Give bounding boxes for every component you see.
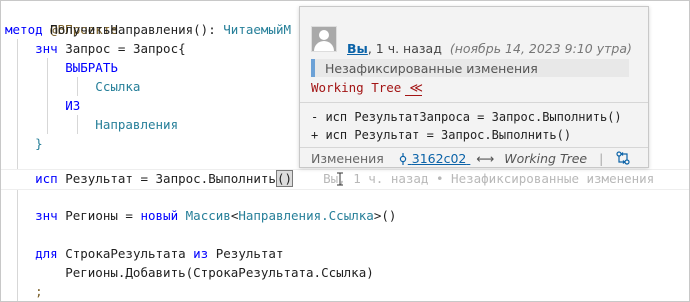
keyword-token: знч [35, 41, 58, 56]
editor-frame: @ВПроекте метод ПолучитьНаправления(): Ч… [0, 0, 690, 302]
keyword-token: из [193, 246, 209, 261]
code-text: >() [373, 208, 397, 223]
brace-token: } [5, 136, 43, 151]
compare-arrow-icon: ⟷ [476, 151, 495, 166]
popup-divider [300, 147, 648, 148]
code-line-5[interactable]: Ссылка [5, 77, 140, 96]
code-text: ; [5, 284, 43, 299]
query-keyword-token: ВЫБРАТЬ [5, 60, 118, 75]
diff-added-line: + исп Результат = Запрос.Выполнить() [311, 128, 572, 142]
code-line-9[interactable]: исп Результат = Запрос.Выполнить() Вы, 1… [5, 169, 654, 188]
bracket-match-highlight: () [275, 170, 293, 187]
popup-divider [300, 102, 648, 103]
working-tree-label: Working Tree [311, 80, 402, 95]
code-line-11[interactable]: для СтрокаРезультата из Результат [5, 244, 283, 263]
inline-blame-annotation[interactable]: Вы, 1 ч. назад • Незафиксированные измен… [293, 171, 654, 186]
compare-changes-icon[interactable] [615, 151, 631, 165]
button-underline [405, 95, 422, 96]
type-token: Направления.Ссылка [238, 208, 374, 223]
avatar-body [314, 41, 334, 51]
code-line-1[interactable]: @ВПроекте [5, 1, 118, 37]
code-text: Регионы.Добавить(СтрокаРезультата.Ссылка… [5, 265, 374, 280]
commit-hash: 3162c02 [411, 151, 467, 166]
commit-hash-link[interactable]: 3162c02 [398, 151, 471, 166]
code-editor[interactable]: @ВПроекте метод ПолучитьНаправления(): Ч… [1, 1, 689, 301]
code-text: Регионы = [57, 208, 141, 223]
query-keyword-token: ИЗ [5, 98, 81, 113]
commit-date: (ноябрь 14, 2023 9:10 утра) [449, 41, 632, 56]
open-working-tree-button[interactable]: ≪ [409, 81, 423, 96]
code-line-12[interactable]: Регионы.Добавить(СтрокаРезультата.Ссылка… [5, 263, 374, 282]
code-line-6[interactable]: ИЗ [5, 96, 80, 115]
git-blame-hover-popup: Вы, 1 ч. назад (ноябрь 14, 2023 9:10 утра… [299, 6, 649, 168]
code-text: Результат [208, 246, 284, 261]
changes-row: Изменения 3162c02 ⟷ Working Tree | [311, 150, 631, 168]
type-token: ЧитаемыйМ [223, 22, 291, 37]
keyword-token: исп [35, 171, 58, 186]
type-token: Массив [185, 208, 231, 223]
commit-icon [399, 153, 406, 165]
code-line-13[interactable]: ; [5, 282, 43, 301]
code-line-7[interactable]: Направления [5, 115, 178, 134]
commit-message-block: Незафиксированные изменения [311, 59, 629, 77]
working-tree-line: Working Tree ≪ [311, 80, 423, 96]
commit-author-line: Вы, 1 ч. назад (ноябрь 14, 2023 9:10 утра… [347, 41, 632, 57]
diff-removed-line: - исп РезультатЗапроса = Запрос.Выполнит… [311, 110, 622, 124]
code-text: Запрос = Запрос{ [57, 41, 186, 56]
keyword-token: для [35, 246, 58, 261]
avatar-head [319, 30, 329, 40]
text-cursor-icon [337, 172, 343, 186]
commit-message: Незафиксированные изменения [325, 61, 538, 76]
avatar [311, 26, 337, 52]
changes-label: Изменения [311, 151, 384, 166]
method-name-token: ПолучитьНаправления(): [42, 22, 224, 37]
keyword-token: метод [5, 22, 43, 37]
code-line-4[interactable]: ВЫБРАТЬ [5, 58, 118, 77]
code-line-2[interactable]: метод ПолучитьНаправления(): ЧитаемыйМ [5, 20, 291, 39]
relative-time: , 1 ч. назад [367, 41, 442, 56]
keyword-token: знч [35, 208, 58, 223]
code-text: Результат = Запрос.Выполнить [57, 171, 276, 186]
keyword-token: новый [140, 208, 179, 223]
working-tree-target: Working Tree [504, 151, 588, 166]
code-line-3[interactable]: знч Запрос = Запрос{ [5, 39, 186, 58]
query-table-token: Направления [5, 117, 179, 132]
author-link[interactable]: Вы [347, 41, 368, 56]
separator: | [599, 151, 604, 166]
code-line-10[interactable]: знч Регионы = новый Массив<Направления.С… [5, 206, 396, 225]
code-text: СтрокаРезультата [57, 246, 194, 261]
code-line-8[interactable]: } [5, 134, 43, 153]
query-field-token: Ссылка [5, 79, 141, 94]
